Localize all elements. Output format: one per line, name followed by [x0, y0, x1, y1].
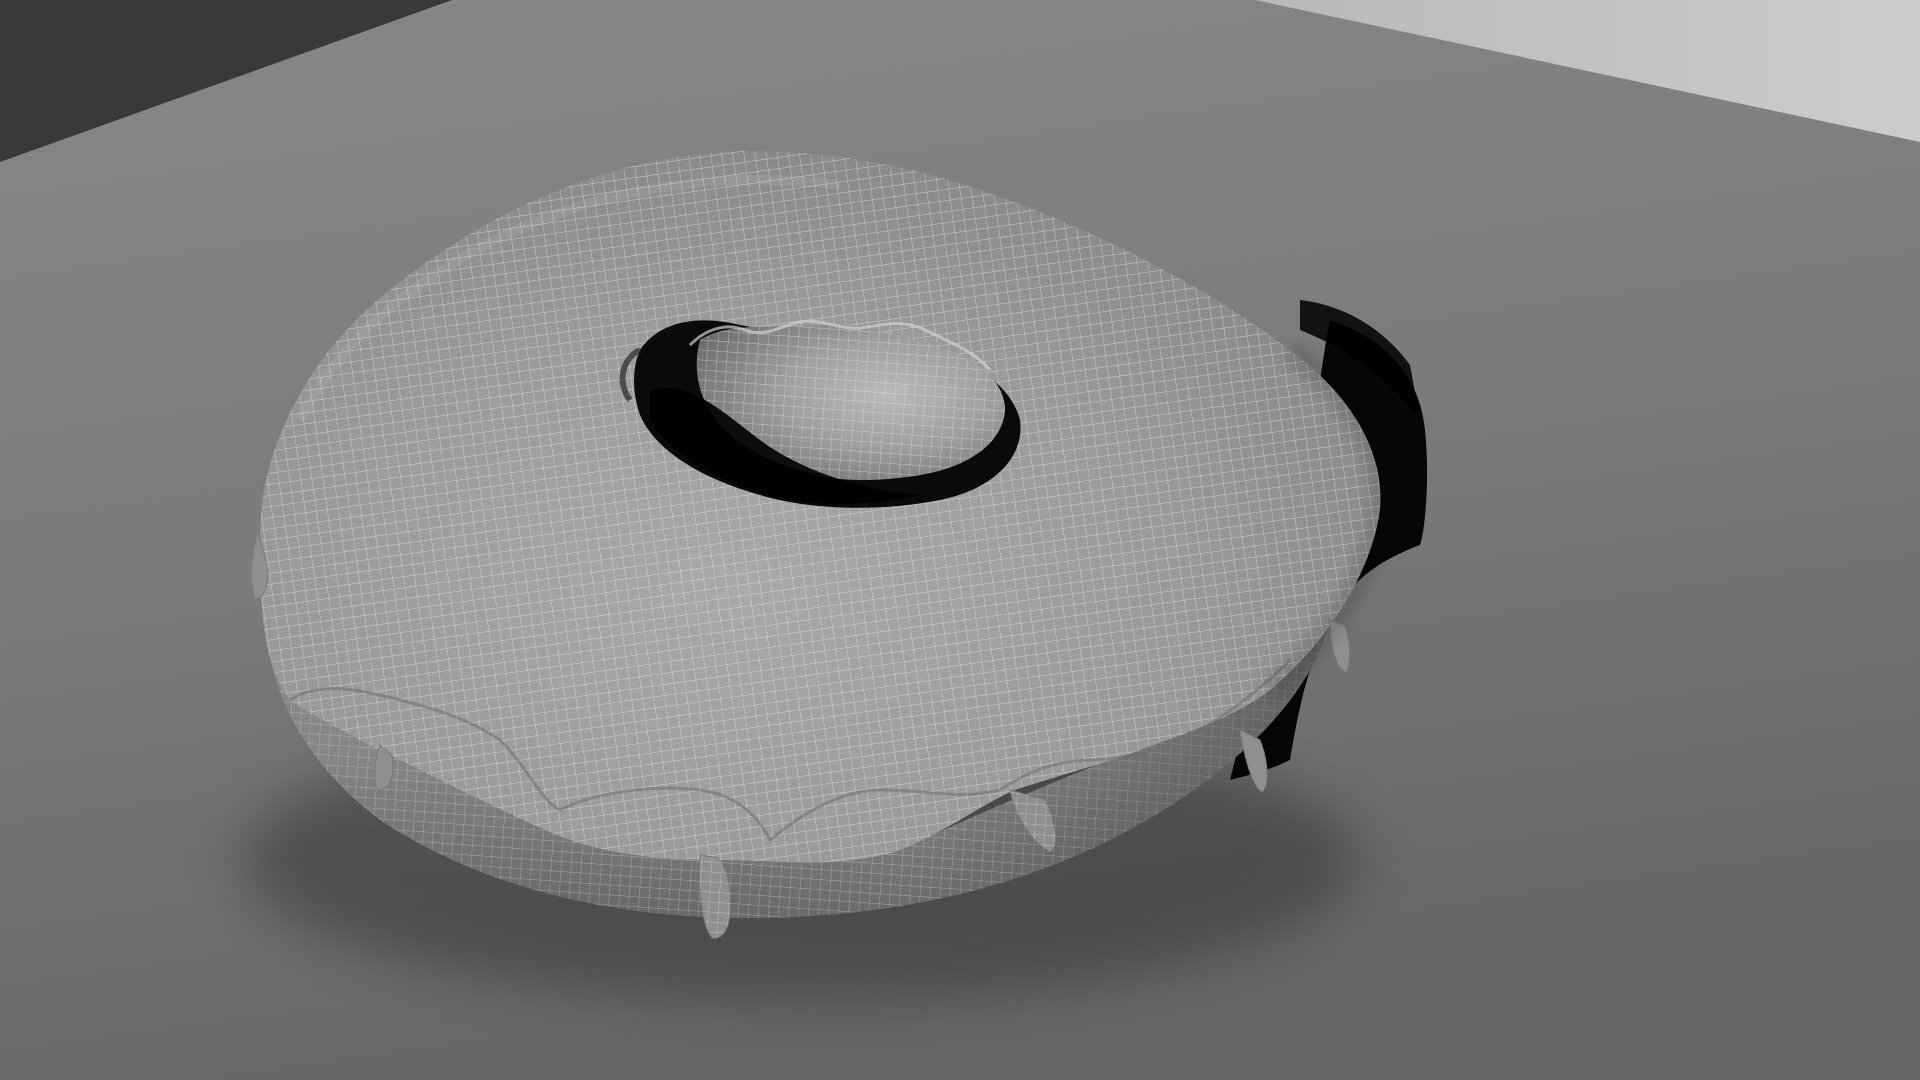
render-viewport: [0, 0, 1920, 1080]
